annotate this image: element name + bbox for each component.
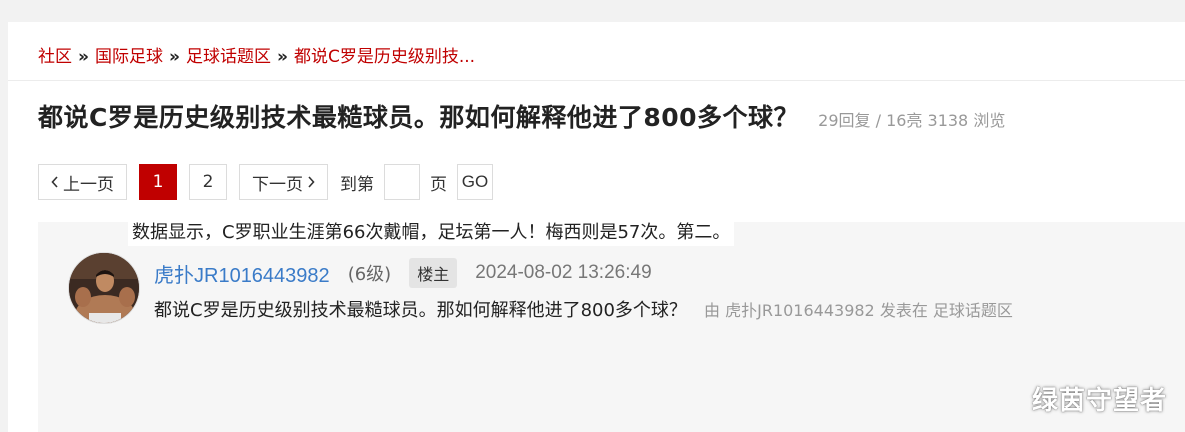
next-page-button[interactable]: 下一页: [239, 164, 328, 200]
header-divider: [8, 80, 1185, 81]
goto-page-input[interactable]: [384, 164, 420, 200]
breadcrumb-separator: »: [78, 47, 89, 67]
breadcrumb-international-football[interactable]: 国际足球: [95, 47, 163, 67]
post-subline: 都说C罗是历史级别技术最糙球员。那如何解释他进了800多个球？ 由 虎扑JR10…: [154, 296, 1013, 322]
page-unit-label: 页: [430, 174, 447, 195]
prev-page-button[interactable]: 上一页: [38, 164, 127, 200]
breadcrumb-current-thread[interactable]: 都说C罗是历史级别技...: [294, 47, 475, 67]
op-badge: 楼主: [409, 258, 458, 288]
post-subtitle: 都说C罗是历史级别技术最糙球员。那如何解释他进了800多个球？: [154, 300, 687, 321]
post-content: 数据显示，C罗职业生涯第66次戴帽，足坛第一人！梅西则是57次。第二。: [128, 216, 735, 246]
thread-title: 都说C罗是历史级别技术最糙球员。那如何解释他进了800多个球？: [38, 103, 800, 132]
page-1-button[interactable]: 1: [139, 164, 177, 200]
chevron-right-icon: [308, 176, 315, 188]
watermark: 绿茵守望者: [1031, 386, 1167, 416]
post-time: 2024-08-02 13:26:49: [475, 262, 652, 283]
post-by-line: 由 虎扑JR1016443982 发表在 足球话题区: [704, 301, 1013, 320]
thread-stats: 29回复 / 16亮 3138 浏览: [818, 111, 1006, 130]
goto-label: 到第: [340, 174, 374, 195]
breadcrumb: 社区» 国际足球» 足球话题区» 都说C罗是历史级别技...: [38, 42, 475, 67]
page-2-button[interactable]: 2: [189, 164, 227, 200]
avatar-image: [69, 253, 139, 323]
post-meta: 虎扑JR1016443982 (6级) 楼主 2024-08-02 13:26:…: [154, 258, 652, 288]
breadcrumb-separator: »: [168, 47, 180, 67]
go-button[interactable]: GO: [457, 164, 493, 200]
breadcrumb-community[interactable]: 社区: [38, 47, 72, 67]
prev-page-label: 上一页: [63, 174, 114, 195]
breadcrumb-football-topics[interactable]: 足球话题区: [186, 47, 271, 67]
first-post: 虎扑JR1016443982 (6级) 楼主 2024-08-02 13:26:…: [38, 222, 1185, 432]
pagination: 上一页 1 2 下一页 到第 页 GO: [38, 164, 505, 200]
breadcrumb-separator: »: [276, 47, 288, 67]
author-name[interactable]: 虎扑JR1016443982: [154, 259, 330, 288]
avatar[interactable]: [68, 252, 140, 324]
author-level: (6级): [347, 264, 392, 285]
thread-header: 都说C罗是历史级别技术最糙球员。那如何解释他进了800多个球？ 29回复 / 1…: [38, 98, 1005, 134]
page: 社区» 国际足球» 足球话题区» 都说C罗是历史级别技... 都说C罗是历史级别技术最…: [8, 22, 1185, 432]
chevron-left-icon: [51, 176, 58, 188]
next-page-label: 下一页: [252, 174, 303, 195]
